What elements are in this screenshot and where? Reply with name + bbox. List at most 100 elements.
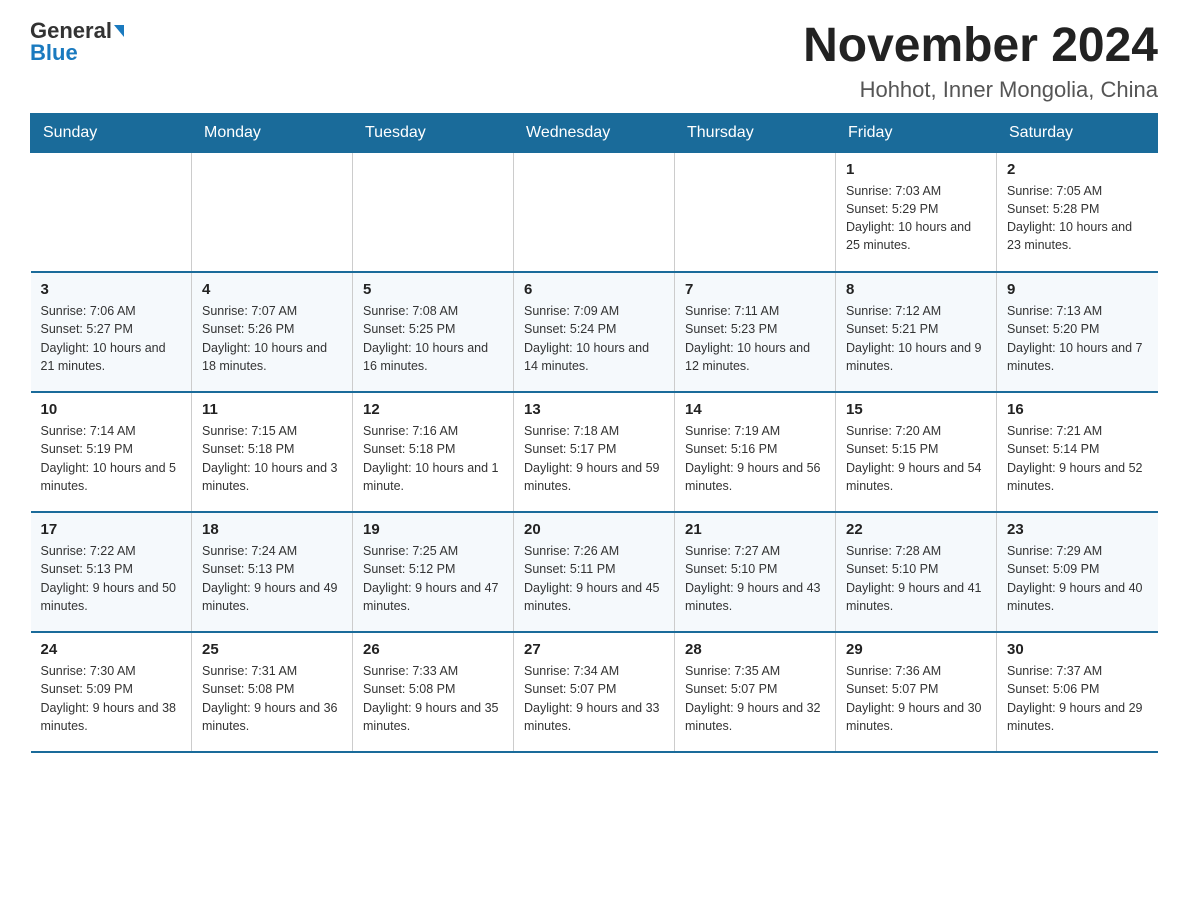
day-number: 7 [685,281,825,298]
day-number: 27 [524,641,664,658]
calendar-cell [31,152,192,272]
calendar-cell: 11Sunrise: 7:15 AM Sunset: 5:18 PM Dayli… [192,392,353,512]
day-info: Sunrise: 7:09 AM Sunset: 5:24 PM Dayligh… [524,302,664,375]
calendar-cell: 3Sunrise: 7:06 AM Sunset: 5:27 PM Daylig… [31,272,192,392]
day-number: 16 [1007,401,1148,418]
calendar-cell: 2Sunrise: 7:05 AM Sunset: 5:28 PM Daylig… [997,152,1158,272]
calendar-cell: 25 Sunrise: 7:31 AM Sunset: 5:08 PM Dayli… [192,632,353,752]
day-number: 17 [41,521,182,538]
calendar-cell: 5 Sunrise: 7:08 AM Sunset: 5:25 PM Daylig… [353,272,514,392]
calendar-cell: 10 Sunrise: 7:14 AM Sunset: 5:19 PM Dayli… [31,392,192,512]
logo-blue-text: Blue [30,42,78,64]
day-info: Sunrise: 7:30 AM Sunset: 5:09 PM Dayligh… [41,662,182,735]
day-info: Sunrise: 7:34 AM Sunset: 5:07 PM Dayligh… [524,662,664,735]
day-info: Sunrise: 7:24 AM Sunset: 5:13 PM Dayligh… [202,542,342,615]
calendar-cell: 14 Sunrise: 7:19 AM Sunset: 5:16 PM Dayli… [675,392,836,512]
day-info: Sunrise: 7:18 AM Sunset: 5:17 PM Dayligh… [524,422,664,495]
calendar-cell: 6 Sunrise: 7:09 AM Sunset: 5:24 PM Daylig… [514,272,675,392]
day-number: 30 [1007,641,1148,658]
calendar-cell: 13 Sunrise: 7:18 AM Sunset: 5:17 PM Dayli… [514,392,675,512]
day-number: 9 [1007,281,1148,298]
day-info: Sunrise: 7:13 AM Sunset: 5:20 PM Dayligh… [1007,302,1148,375]
calendar-cell: 21 Sunrise: 7:27 AM Sunset: 5:10 PM Dayli… [675,512,836,632]
calendar-cell: 26 Sunrise: 7:33 AM Sunset: 5:08 PM Dayli… [353,632,514,752]
day-info: Sunrise: 7:31 AM Sunset: 5:08 PM Dayligh… [202,662,342,735]
day-info: Sunrise: 7:14 AM Sunset: 5:19 PM Dayligh… [41,422,182,495]
calendar-cell: 18 Sunrise: 7:24 AM Sunset: 5:13 PM Dayli… [192,512,353,632]
calendar-cell: 19 Sunrise: 7:25 AM Sunset: 5:12 PM Dayli… [353,512,514,632]
calendar-table: SundayMondayTuesdayWednesdayThursdayFrid… [30,113,1158,754]
column-header-saturday: Saturday [997,113,1158,152]
day-number: 1 [846,161,986,178]
day-number: 5 [363,281,503,298]
calendar-week-row: 3Sunrise: 7:06 AM Sunset: 5:27 PM Daylig… [31,272,1158,392]
day-info: Sunrise: 7:27 AM Sunset: 5:10 PM Dayligh… [685,542,825,615]
day-number: 18 [202,521,342,538]
logo-triangle-icon [114,25,124,37]
column-header-friday: Friday [836,113,997,152]
calendar-cell: 7 Sunrise: 7:11 AM Sunset: 5:23 PM Daylig… [675,272,836,392]
day-info: Sunrise: 7:20 AM Sunset: 5:15 PM Dayligh… [846,422,986,495]
calendar-cell: 15 Sunrise: 7:20 AM Sunset: 5:15 PM Dayli… [836,392,997,512]
calendar-cell: 16 Sunrise: 7:21 AM Sunset: 5:14 PM Dayli… [997,392,1158,512]
calendar-cell: 20 Sunrise: 7:26 AM Sunset: 5:11 PM Dayli… [514,512,675,632]
day-number: 28 [685,641,825,658]
day-number: 10 [41,401,182,418]
calendar-header-row: SundayMondayTuesdayWednesdayThursdayFrid… [31,113,1158,152]
day-info: Sunrise: 7:06 AM Sunset: 5:27 PM Dayligh… [41,302,182,375]
day-number: 4 [202,281,342,298]
column-header-tuesday: Tuesday [353,113,514,152]
column-header-thursday: Thursday [675,113,836,152]
day-number: 8 [846,281,986,298]
day-info: Sunrise: 7:15 AM Sunset: 5:18 PM Dayligh… [202,422,342,495]
column-header-monday: Monday [192,113,353,152]
day-number: 24 [41,641,182,658]
calendar-cell: 1Sunrise: 7:03 AM Sunset: 5:29 PM Daylig… [836,152,997,272]
calendar-week-row: 1Sunrise: 7:03 AM Sunset: 5:29 PM Daylig… [31,152,1158,272]
day-number: 15 [846,401,986,418]
day-number: 6 [524,281,664,298]
calendar-cell: 12 Sunrise: 7:16 AM Sunset: 5:18 PM Dayli… [353,392,514,512]
calendar-cell [192,152,353,272]
day-info: Sunrise: 7:37 AM Sunset: 5:06 PM Dayligh… [1007,662,1148,735]
day-number: 20 [524,521,664,538]
calendar-cell: 28 Sunrise: 7:35 AM Sunset: 5:07 PM Dayli… [675,632,836,752]
day-info: Sunrise: 7:25 AM Sunset: 5:12 PM Dayligh… [363,542,503,615]
day-info: Sunrise: 7:19 AM Sunset: 5:16 PM Dayligh… [685,422,825,495]
day-number: 12 [363,401,503,418]
page-header: General Blue November 2024 Hohhot, Inner… [30,20,1158,103]
calendar-subtitle: Hohhot, Inner Mongolia, China [803,77,1158,103]
calendar-week-row: 24 Sunrise: 7:30 AM Sunset: 5:09 PM Dayli… [31,632,1158,752]
calendar-cell: 23Sunrise: 7:29 AM Sunset: 5:09 PM Dayli… [997,512,1158,632]
logo: General Blue [30,20,124,64]
day-number: 21 [685,521,825,538]
calendar-cell: 17Sunrise: 7:22 AM Sunset: 5:13 PM Dayli… [31,512,192,632]
day-number: 26 [363,641,503,658]
day-info: Sunrise: 7:11 AM Sunset: 5:23 PM Dayligh… [685,302,825,375]
calendar-cell: 22Sunrise: 7:28 AM Sunset: 5:10 PM Dayli… [836,512,997,632]
day-info: Sunrise: 7:35 AM Sunset: 5:07 PM Dayligh… [685,662,825,735]
day-number: 23 [1007,521,1148,538]
day-info: Sunrise: 7:28 AM Sunset: 5:10 PM Dayligh… [846,542,986,615]
calendar-cell [514,152,675,272]
day-info: Sunrise: 7:26 AM Sunset: 5:11 PM Dayligh… [524,542,664,615]
day-info: Sunrise: 7:21 AM Sunset: 5:14 PM Dayligh… [1007,422,1148,495]
calendar-cell: 29 Sunrise: 7:36 AM Sunset: 5:07 PM Dayli… [836,632,997,752]
calendar-cell: 27 Sunrise: 7:34 AM Sunset: 5:07 PM Dayli… [514,632,675,752]
day-info: Sunrise: 7:08 AM Sunset: 5:25 PM Dayligh… [363,302,503,375]
day-number: 14 [685,401,825,418]
day-info: Sunrise: 7:33 AM Sunset: 5:08 PM Dayligh… [363,662,503,735]
day-number: 13 [524,401,664,418]
logo-general-text: General [30,20,112,42]
day-number: 29 [846,641,986,658]
column-header-sunday: Sunday [31,113,192,152]
day-number: 19 [363,521,503,538]
day-info: Sunrise: 7:16 AM Sunset: 5:18 PM Dayligh… [363,422,503,495]
calendar-title: November 2024 [803,20,1158,73]
calendar-week-row: 10 Sunrise: 7:14 AM Sunset: 5:19 PM Dayli… [31,392,1158,512]
calendar-cell: 4Sunrise: 7:07 AM Sunset: 5:26 PM Daylig… [192,272,353,392]
day-info: Sunrise: 7:12 AM Sunset: 5:21 PM Dayligh… [846,302,986,375]
day-info: Sunrise: 7:36 AM Sunset: 5:07 PM Dayligh… [846,662,986,735]
calendar-week-row: 17Sunrise: 7:22 AM Sunset: 5:13 PM Dayli… [31,512,1158,632]
day-number: 25 [202,641,342,658]
